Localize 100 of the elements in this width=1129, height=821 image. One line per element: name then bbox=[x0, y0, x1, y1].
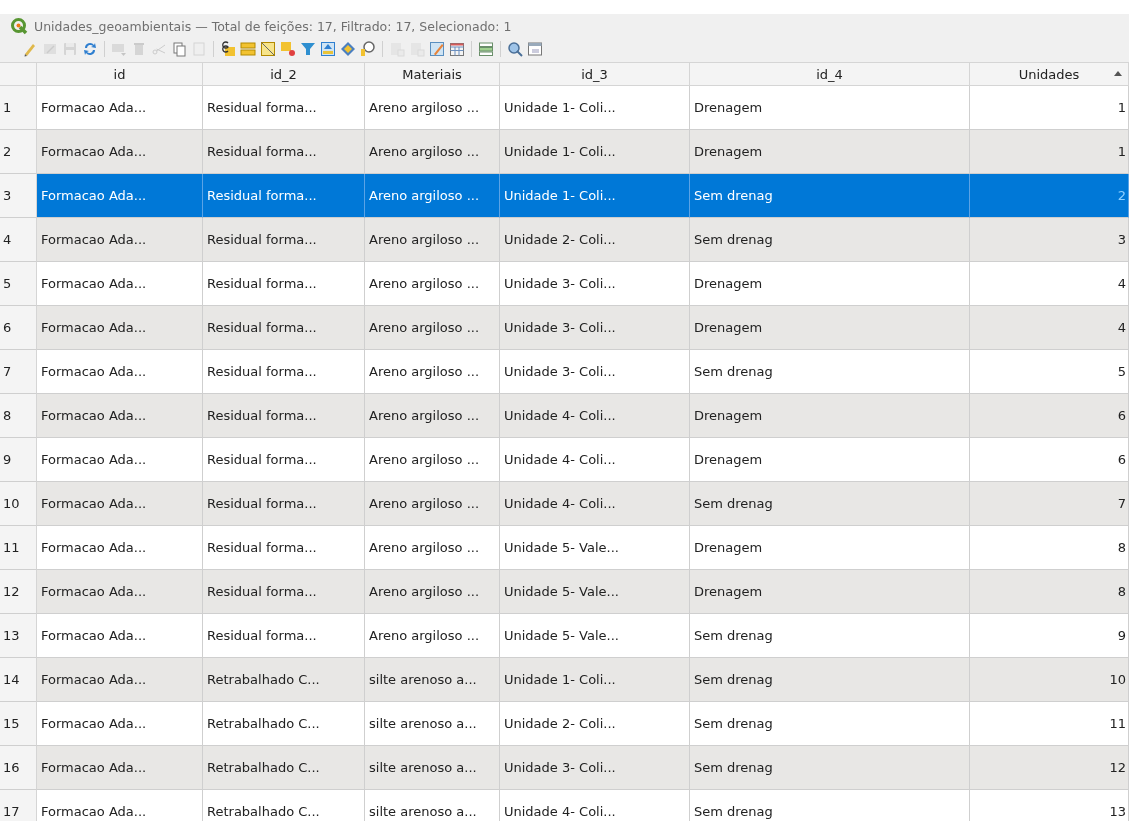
table-cell: Retrabalhado C... bbox=[203, 702, 365, 746]
row-number[interactable]: 13 bbox=[0, 614, 37, 658]
table-cell: Formacao Ada... bbox=[37, 218, 203, 262]
table-cell: 3 bbox=[970, 218, 1129, 262]
table-cell: Residual forma... bbox=[203, 86, 365, 130]
table-cell: Residual forma... bbox=[203, 262, 365, 306]
field-edit-icon[interactable] bbox=[427, 39, 447, 59]
row-number[interactable]: 6 bbox=[0, 306, 37, 350]
row-number[interactable]: 5 bbox=[0, 262, 37, 306]
column-header[interactable]: Unidades bbox=[970, 62, 1129, 86]
column-header[interactable]: id_2 bbox=[203, 62, 365, 86]
table-cell: Retrabalhado C... bbox=[203, 790, 365, 821]
table-cell: silte arenoso a... bbox=[365, 790, 500, 821]
table-cell: 11 bbox=[970, 702, 1129, 746]
table-cell: Unidade 2- Coli... bbox=[500, 218, 690, 262]
table-cell: 13 bbox=[970, 790, 1129, 821]
table-cell: Unidade 1- Coli... bbox=[500, 86, 690, 130]
table-cell: Unidade 3- Coli... bbox=[500, 350, 690, 394]
table-cell: Formacao Ada... bbox=[37, 86, 203, 130]
table-cell: 1 bbox=[970, 86, 1129, 130]
table-cell: 9 bbox=[970, 614, 1129, 658]
table-cell: Drenagem bbox=[690, 262, 970, 306]
table-cell: 6 bbox=[970, 438, 1129, 482]
table-cell: Unidade 1- Coli... bbox=[500, 658, 690, 702]
table-cell: Unidade 4- Coli... bbox=[500, 394, 690, 438]
row-number[interactable]: 3 bbox=[0, 174, 37, 218]
table-cell: Residual forma... bbox=[203, 526, 365, 570]
table-cell: Retrabalhado C... bbox=[203, 746, 365, 790]
table-cell: Areno argiloso ... bbox=[365, 86, 500, 130]
row-number[interactable]: 7 bbox=[0, 350, 37, 394]
deselect-icon[interactable] bbox=[278, 39, 298, 59]
table-cell: Formacao Ada... bbox=[37, 526, 203, 570]
invert-selection-icon[interactable] bbox=[258, 39, 278, 59]
row-number[interactable]: 4 bbox=[0, 218, 37, 262]
row-number[interactable]: 9 bbox=[0, 438, 37, 482]
form-view-icon[interactable] bbox=[525, 39, 545, 59]
table-cell: Formacao Ada... bbox=[37, 306, 203, 350]
table-cell: Formacao Ada... bbox=[37, 790, 203, 821]
table-cell: Formacao Ada... bbox=[37, 438, 203, 482]
table-cell: Sem drenag bbox=[690, 350, 970, 394]
row-number[interactable]: 16 bbox=[0, 746, 37, 790]
table-cell: Unidade 1- Coli... bbox=[500, 130, 690, 174]
table-cell: 1 bbox=[970, 130, 1129, 174]
row-number[interactable]: 2 bbox=[0, 130, 37, 174]
move-to-top-icon[interactable] bbox=[318, 39, 338, 59]
table-cell: Unidade 5- Vale... bbox=[500, 570, 690, 614]
table-cell: Drenagem bbox=[690, 394, 970, 438]
table-cell: Formacao Ada... bbox=[37, 350, 203, 394]
table-cell: Unidade 4- Coli... bbox=[500, 790, 690, 821]
table-cell: silte arenoso a... bbox=[365, 702, 500, 746]
table-cell: Drenagem bbox=[690, 526, 970, 570]
row-number[interactable]: 12 bbox=[0, 570, 37, 614]
conditional-format-icon[interactable] bbox=[476, 39, 496, 59]
table-cell: Drenagem bbox=[690, 570, 970, 614]
row-number[interactable]: 1 bbox=[0, 86, 37, 130]
table-cell: Sem drenag bbox=[690, 790, 970, 821]
row-number[interactable]: 15 bbox=[0, 702, 37, 746]
table-cell: Residual forma... bbox=[203, 306, 365, 350]
table-cell: Unidade 1- Coli... bbox=[500, 174, 690, 218]
table-cell: 7 bbox=[970, 482, 1129, 526]
table-cell: Sem drenag bbox=[690, 614, 970, 658]
table-cell: Areno argiloso ... bbox=[365, 570, 500, 614]
table-cell: Formacao Ada... bbox=[37, 262, 203, 306]
zoom-action-icon[interactable] bbox=[505, 39, 525, 59]
table-cell: Residual forma... bbox=[203, 394, 365, 438]
table-cell: Formacao Ada... bbox=[37, 746, 203, 790]
magnifier-icon[interactable] bbox=[358, 39, 378, 59]
table-cell: Sem drenag bbox=[690, 702, 970, 746]
table-cell: Areno argiloso ... bbox=[365, 614, 500, 658]
row-number[interactable]: 10 bbox=[0, 482, 37, 526]
column-header[interactable]: id_3 bbox=[500, 62, 690, 86]
row-number[interactable]: 17 bbox=[0, 790, 37, 821]
column-header[interactable]: id bbox=[37, 62, 203, 86]
table-cell: Sem drenag bbox=[690, 658, 970, 702]
table-cell: Residual forma... bbox=[203, 174, 365, 218]
table-cell: Areno argiloso ... bbox=[365, 262, 500, 306]
table-cell: Sem drenag bbox=[690, 482, 970, 526]
table-cell: Drenagem bbox=[690, 438, 970, 482]
app-logo-icon bbox=[10, 17, 28, 35]
column-header[interactable]: Materiais bbox=[365, 62, 500, 86]
table-cell: Formacao Ada... bbox=[37, 130, 203, 174]
row-number[interactable]: 14 bbox=[0, 658, 37, 702]
row-number[interactable]: 11 bbox=[0, 526, 37, 570]
table-cell: Formacao Ada... bbox=[37, 702, 203, 746]
row-number[interactable]: 8 bbox=[0, 394, 37, 438]
table-cell: Unidade 3- Coli... bbox=[500, 262, 690, 306]
table-cell: Formacao Ada... bbox=[37, 614, 203, 658]
table-cell: Areno argiloso ... bbox=[365, 438, 500, 482]
column-header[interactable]: id_4 bbox=[690, 62, 970, 86]
table-cell: Sem drenag bbox=[690, 746, 970, 790]
table-cell: Residual forma... bbox=[203, 614, 365, 658]
table-cell: Drenagem bbox=[690, 130, 970, 174]
table-cell: Residual forma... bbox=[203, 438, 365, 482]
table-cell: Retrabalhado C... bbox=[203, 658, 365, 702]
table-cell: Drenagem bbox=[690, 306, 970, 350]
table-cell: Areno argiloso ... bbox=[365, 482, 500, 526]
table-cell: Unidade 3- Coli... bbox=[500, 306, 690, 350]
table-cell: 6 bbox=[970, 394, 1129, 438]
table-cell: Areno argiloso ... bbox=[365, 526, 500, 570]
table-cell: Residual forma... bbox=[203, 350, 365, 394]
